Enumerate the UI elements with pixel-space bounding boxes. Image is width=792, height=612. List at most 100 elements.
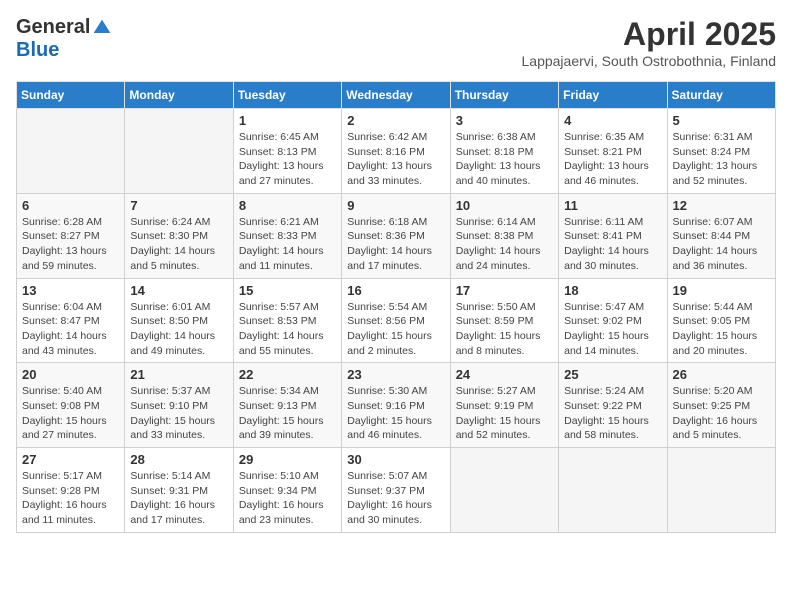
day-number: 8 [239, 198, 336, 213]
calendar-week-row: 6Sunrise: 6:28 AM Sunset: 8:27 PM Daylig… [17, 193, 776, 278]
day-number: 24 [456, 367, 553, 382]
day-number: 2 [347, 113, 444, 128]
day-info: Sunrise: 6:07 AM Sunset: 8:44 PM Dayligh… [673, 215, 770, 274]
calendar-cell: 25 Sunrise: 5:24 AM Sunset: 9:22 PM Dayli… [559, 363, 667, 448]
calendar-cell: 3Sunrise: 6:38 AM Sunset: 8:18 PM Daylig… [450, 109, 558, 194]
calendar-cell: 13Sunrise: 6:04 AM Sunset: 8:47 PM Dayli… [17, 278, 125, 363]
weekday-header: Monday [125, 82, 233, 109]
calendar-cell: 29 Sunrise: 5:10 AM Sunset: 9:34 PM Dayli… [233, 448, 341, 533]
calendar-week-row: 27Sunrise: 5:17 AM Sunset: 9:28 PM Dayli… [17, 448, 776, 533]
weekday-header: Tuesday [233, 82, 341, 109]
day-number: 28 [130, 452, 227, 467]
day-number: 26 [673, 367, 770, 382]
logo-icon [92, 18, 112, 38]
month-title: April 2025 [522, 16, 777, 53]
calendar-cell: 4Sunrise: 6:35 AM Sunset: 8:21 PM Daylig… [559, 109, 667, 194]
day-number: 27 [22, 452, 119, 467]
day-number: 21 [130, 367, 227, 382]
day-info: Sunrise: 6:38 AM Sunset: 8:18 PM Dayligh… [456, 130, 553, 189]
day-info: Sunrise: 5:54 AM Sunset: 8:56 PM Dayligh… [347, 300, 444, 359]
day-number: 29 [239, 452, 336, 467]
calendar-cell: 14 Sunrise: 6:01 AM Sunset: 8:50 PM Dayli… [125, 278, 233, 363]
calendar-week-row: 20 Sunrise: 5:40 AM Sunset: 9:08 PM Dayli… [17, 363, 776, 448]
logo: General Blue [16, 16, 112, 62]
weekday-header: Thursday [450, 82, 558, 109]
day-info: Sunrise: 6:31 AM Sunset: 8:24 PM Dayligh… [673, 130, 770, 189]
calendar-cell: 8 Sunrise: 6:21 AM Sunset: 8:33 PM Daylig… [233, 193, 341, 278]
day-info: Sunrise: 6:18 AM Sunset: 8:36 PM Dayligh… [347, 215, 444, 274]
day-info: Sunrise: 5:37 AM Sunset: 9:10 PM Dayligh… [130, 384, 227, 443]
day-info: Sunrise: 6:14 AM Sunset: 8:38 PM Dayligh… [456, 215, 553, 274]
calendar-cell: 15 Sunrise: 5:57 AM Sunset: 8:53 PM Dayli… [233, 278, 341, 363]
day-info: Sunrise: 5:47 AM Sunset: 9:02 PM Dayligh… [564, 300, 661, 359]
day-info: Sunrise: 6:01 AM Sunset: 8:50 PM Dayligh… [130, 300, 227, 359]
day-info: Sunrise: 5:24 AM Sunset: 9:22 PM Dayligh… [564, 384, 661, 443]
day-number: 10 [456, 198, 553, 213]
day-info: Sunrise: 5:57 AM Sunset: 8:53 PM Dayligh… [239, 300, 336, 359]
day-number: 17 [456, 283, 553, 298]
day-number: 20 [22, 367, 119, 382]
calendar-table: SundayMondayTuesdayWednesdayThursdayFrid… [16, 81, 776, 533]
day-info: Sunrise: 5:10 AM Sunset: 9:34 PM Dayligh… [239, 469, 336, 528]
day-number: 7 [130, 198, 227, 213]
calendar-cell [559, 448, 667, 533]
day-info: Sunrise: 5:40 AM Sunset: 9:08 PM Dayligh… [22, 384, 119, 443]
day-info: Sunrise: 5:14 AM Sunset: 9:31 PM Dayligh… [130, 469, 227, 528]
day-info: Sunrise: 5:27 AM Sunset: 9:19 PM Dayligh… [456, 384, 553, 443]
day-number: 1 [239, 113, 336, 128]
day-info: Sunrise: 6:24 AM Sunset: 8:30 PM Dayligh… [130, 215, 227, 274]
weekday-header: Wednesday [342, 82, 450, 109]
day-number: 15 [239, 283, 336, 298]
weekday-header: Saturday [667, 82, 775, 109]
day-info: Sunrise: 6:45 AM Sunset: 8:13 PM Dayligh… [239, 130, 336, 189]
calendar-cell: 24 Sunrise: 5:27 AM Sunset: 9:19 PM Dayli… [450, 363, 558, 448]
day-number: 5 [673, 113, 770, 128]
calendar-cell: 1 Sunrise: 6:45 AM Sunset: 8:13 PM Daylig… [233, 109, 341, 194]
day-info: Sunrise: 5:34 AM Sunset: 9:13 PM Dayligh… [239, 384, 336, 443]
calendar-cell: 20 Sunrise: 5:40 AM Sunset: 9:08 PM Dayli… [17, 363, 125, 448]
calendar-cell [17, 109, 125, 194]
day-info: Sunrise: 5:07 AM Sunset: 9:37 PM Dayligh… [347, 469, 444, 528]
calendar-cell: 22Sunrise: 5:34 AM Sunset: 9:13 PM Dayli… [233, 363, 341, 448]
calendar-week-row: 1 Sunrise: 6:45 AM Sunset: 8:13 PM Daylig… [17, 109, 776, 194]
weekday-header: Sunday [17, 82, 125, 109]
day-info: Sunrise: 5:44 AM Sunset: 9:05 PM Dayligh… [673, 300, 770, 359]
calendar-cell: 6Sunrise: 6:28 AM Sunset: 8:27 PM Daylig… [17, 193, 125, 278]
day-info: Sunrise: 6:04 AM Sunset: 8:47 PM Dayligh… [22, 300, 119, 359]
day-number: 14 [130, 283, 227, 298]
calendar-cell: 18 Sunrise: 5:47 AM Sunset: 9:02 PM Dayli… [559, 278, 667, 363]
day-number: 30 [347, 452, 444, 467]
day-info: Sunrise: 6:42 AM Sunset: 8:16 PM Dayligh… [347, 130, 444, 189]
calendar-cell: 26Sunrise: 5:20 AM Sunset: 9:25 PM Dayli… [667, 363, 775, 448]
calendar-header-row: SundayMondayTuesdayWednesdayThursdayFrid… [17, 82, 776, 109]
page-header: General Blue April 2025 Lappajaervi, Sou… [16, 16, 776, 69]
calendar-cell: 2 Sunrise: 6:42 AM Sunset: 8:16 PM Daylig… [342, 109, 450, 194]
calendar-cell: 10 Sunrise: 6:14 AM Sunset: 8:38 PM Dayli… [450, 193, 558, 278]
day-info: Sunrise: 6:28 AM Sunset: 8:27 PM Dayligh… [22, 215, 119, 274]
calendar-cell: 28 Sunrise: 5:14 AM Sunset: 9:31 PM Dayli… [125, 448, 233, 533]
calendar-cell: 23 Sunrise: 5:30 AM Sunset: 9:16 PM Dayli… [342, 363, 450, 448]
day-info: Sunrise: 5:30 AM Sunset: 9:16 PM Dayligh… [347, 384, 444, 443]
day-number: 12 [673, 198, 770, 213]
calendar-cell: 19 Sunrise: 5:44 AM Sunset: 9:05 PM Dayli… [667, 278, 775, 363]
location-title: Lappajaervi, South Ostrobothnia, Finland [522, 53, 777, 69]
calendar-cell: 12 Sunrise: 6:07 AM Sunset: 8:44 PM Dayli… [667, 193, 775, 278]
logo-general-text: General [16, 16, 90, 39]
calendar-cell: 7 Sunrise: 6:24 AM Sunset: 8:30 PM Daylig… [125, 193, 233, 278]
calendar-cell [125, 109, 233, 194]
calendar-cell: 21 Sunrise: 5:37 AM Sunset: 9:10 PM Dayli… [125, 363, 233, 448]
day-number: 25 [564, 367, 661, 382]
day-number: 18 [564, 283, 661, 298]
calendar-week-row: 13Sunrise: 6:04 AM Sunset: 8:47 PM Dayli… [17, 278, 776, 363]
day-number: 19 [673, 283, 770, 298]
calendar-cell: 5 Sunrise: 6:31 AM Sunset: 8:24 PM Daylig… [667, 109, 775, 194]
calendar-cell: 9Sunrise: 6:18 AM Sunset: 8:36 PM Daylig… [342, 193, 450, 278]
weekday-header: Friday [559, 82, 667, 109]
title-block: April 2025 Lappajaervi, South Ostrobothn… [522, 16, 777, 69]
calendar-cell: 16Sunrise: 5:54 AM Sunset: 8:56 PM Dayli… [342, 278, 450, 363]
calendar-cell: 27Sunrise: 5:17 AM Sunset: 9:28 PM Dayli… [17, 448, 125, 533]
calendar-cell: 11Sunrise: 6:11 AM Sunset: 8:41 PM Dayli… [559, 193, 667, 278]
day-number: 23 [347, 367, 444, 382]
day-info: Sunrise: 6:11 AM Sunset: 8:41 PM Dayligh… [564, 215, 661, 274]
day-info: Sunrise: 6:21 AM Sunset: 8:33 PM Dayligh… [239, 215, 336, 274]
